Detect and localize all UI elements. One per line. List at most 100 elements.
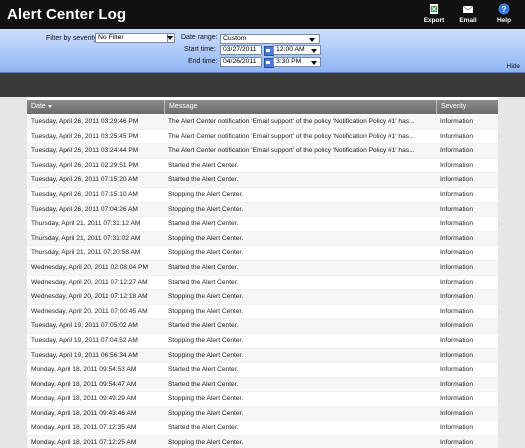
end-time-value: 3:30 PM	[276, 58, 302, 65]
table-row[interactable]: Tuesday, April 19, 2011 06:56:34 AM Stopp…	[27, 348, 498, 364]
severity-cell: Information	[440, 278, 473, 286]
table-row[interactable]: Tuesday, April 26, 2011 02:29:51 PM Start…	[27, 159, 498, 174]
message-cell: Stopping the Alert Center.	[168, 439, 244, 447]
date-range-label: Date range:	[181, 34, 218, 41]
severity-cell: Information	[440, 176, 473, 184]
date-cell: Monday, April 18, 2011 07:12:35 AM	[31, 424, 137, 432]
start-date-input[interactable]: 03/27/2011	[220, 45, 262, 55]
table-row[interactable]: Monday, April 18, 2011 09:54:47 AM Starte…	[27, 377, 498, 393]
message-cell: Stopping the Alert Center.	[168, 190, 244, 198]
end-date-value: 04/26/2011	[223, 58, 257, 65]
table-row[interactable]: Wednesday, April 20, 2011 02:08:04 PM Sta…	[27, 260, 498, 276]
export-label: Export	[423, 17, 445, 24]
date-cell: Tuesday, April 26, 2011 03:24:44 PM	[31, 147, 139, 155]
table-body: Tuesday, April 26, 2011 03:29:46 PM The A…	[27, 115, 498, 448]
severity-cell: Information	[440, 205, 473, 213]
severity-cell: Information	[440, 439, 473, 447]
message-cell: Stopping the Alert Center.	[168, 249, 244, 257]
date-cell: Tuesday, April 26, 2011 02:29:51 PM	[31, 161, 139, 169]
date-range-select[interactable]: Custom	[220, 34, 320, 44]
table-row[interactable]: Monday, April 18, 2011 09:43:46 AM Stoppi…	[27, 406, 498, 422]
chevron-down-icon	[311, 49, 317, 53]
message-cell: Started the Alert Center.	[168, 278, 239, 286]
table-row[interactable]: Thursday, April 21, 2011 07:31:02 AM Stop…	[27, 231, 498, 247]
table-row[interactable]: Monday, April 18, 2011 09:49:29 AM Stoppi…	[27, 392, 498, 407]
message-cell: Started the Alert Center.	[168, 176, 239, 184]
date-cell: Tuesday, April 19, 2011 07:04:52 AM	[31, 336, 138, 344]
date-cell: Monday, April 18, 2011 09:49:29 AM	[31, 395, 137, 403]
export-button[interactable]: Export	[418, 3, 450, 27]
severity-cell: Information	[440, 161, 473, 169]
hide-link[interactable]: Hide	[507, 63, 520, 70]
table-row[interactable]: Wednesday, April 20, 2011 07:12:18 AM Sto…	[27, 290, 498, 305]
table-row[interactable]: Monday, April 18, 2011 07:12:35 AM Starte…	[27, 421, 498, 437]
table-row[interactable]: Tuesday, April 26, 2011 07:04:26 AM Stopp…	[27, 202, 498, 218]
severity-cell: Information	[440, 380, 473, 388]
message-cell: Stopping the Alert Center.	[168, 234, 244, 242]
table-row[interactable]: Tuesday, April 26, 2011 03:24:44 PM The A…	[27, 144, 498, 159]
date-cell: Monday, April 18, 2011 09:43:46 AM	[31, 409, 137, 417]
table-row[interactable]: Monday, April 18, 2011 09:54:53 AM Starte…	[27, 363, 498, 378]
date-cell: Tuesday, April 19, 2011 06:56:34 AM	[31, 351, 138, 359]
severity-value: No Filter	[98, 34, 124, 41]
date-cell: Thursday, April 21, 2011 07:20:58 AM	[31, 249, 141, 257]
end-date-input[interactable]: 04/26/2011	[220, 57, 262, 67]
email-button[interactable]: Email	[452, 3, 484, 27]
severity-select[interactable]: No Filter	[95, 33, 175, 43]
table-row[interactable]: Thursday, April 21, 2011 07:31:12 AM Star…	[27, 217, 498, 232]
severity-cell: Information	[440, 220, 473, 228]
message-cell: Stopping the Alert Center.	[168, 205, 244, 213]
date-cell: Thursday, April 21, 2011 07:31:02 AM	[31, 234, 141, 242]
message-cell: Stopping the Alert Center.	[168, 293, 244, 301]
filter-panel: Filter by severity: No Filter Date range…	[0, 29, 525, 73]
severity-cell: Information	[440, 409, 473, 417]
date-cell: Monday, April 18, 2011 09:54:53 AM	[31, 366, 137, 374]
end-time-select[interactable]: 3:30 PM	[273, 57, 321, 67]
message-cell: Started the Alert Center.	[168, 380, 239, 388]
message-cell: The Alert Center notification 'Email sup…	[168, 118, 415, 125]
start-time-label: Start time:	[184, 46, 216, 53]
table-row[interactable]: Monday, April 18, 2011 07:12:25 AM Stoppi…	[27, 436, 498, 448]
severity-cell: Information	[440, 263, 473, 271]
date-cell: Tuesday, April 26, 2011 07:15:20 AM	[31, 176, 138, 184]
export-icon	[430, 4, 438, 14]
table-header: Date Message Severity	[27, 100, 498, 114]
table-row[interactable]: Tuesday, April 26, 2011 03:25:45 PM The A…	[27, 130, 498, 145]
message-cell: The Alert Center notification 'Email sup…	[168, 132, 415, 140]
table-row[interactable]: Tuesday, April 26, 2011 07:15:20 AM Start…	[27, 173, 498, 188]
message-cell: Started the Alert Center.	[168, 161, 239, 169]
table-row[interactable]: Wednesday, April 20, 2011 07:12:27 AM Sta…	[27, 276, 498, 291]
severity-label: Filter by severity:	[46, 35, 99, 42]
table-row[interactable]: Thursday, April 21, 2011 07:20:58 AM Stop…	[27, 246, 498, 261]
severity-cell: Information	[440, 234, 473, 242]
chevron-down-icon	[309, 38, 315, 42]
column-header-message[interactable]: Message	[165, 100, 437, 114]
svg-text:?: ?	[502, 5, 507, 14]
severity-cell: Information	[440, 351, 473, 359]
column-header-date[interactable]: Date	[27, 100, 165, 114]
severity-cell: Information	[440, 424, 473, 432]
severity-cell: Information	[440, 249, 473, 257]
severity-cell: Information	[440, 190, 473, 198]
severity-cell: Information	[440, 366, 473, 374]
table-row[interactable]: Tuesday, April 26, 2011 07:15:10 AM Stopp…	[27, 188, 498, 203]
start-time-select[interactable]: 12:00 AM	[273, 45, 321, 55]
end-time-label: End time:	[188, 58, 218, 65]
date-range-value: Custom	[223, 35, 247, 42]
table-row[interactable]: Wednesday, April 20, 2011 07:00:45 AM Sto…	[27, 305, 498, 320]
help-button[interactable]: ? Help	[488, 3, 520, 27]
date-cell: Thursday, April 21, 2011 07:31:12 AM	[31, 220, 141, 228]
help-label: Help	[496, 17, 512, 24]
column-header-severity[interactable]: Severity	[437, 100, 498, 114]
date-cell: Wednesday, April 20, 2011 07:00:45 AM	[31, 307, 148, 315]
start-time-value: 12:00 AM	[276, 46, 305, 53]
table-row[interactable]: Tuesday, April 19, 2011 07:04:52 AM Stopp…	[27, 334, 498, 349]
start-date-value: 03/27/2011	[223, 46, 257, 53]
chevron-down-icon	[167, 33, 175, 43]
table-row[interactable]: Tuesday, April 26, 2011 03:29:46 PM The A…	[27, 115, 498, 130]
table-row[interactable]: Tuesday, April 19, 2011 07:05:02 AM Start…	[27, 319, 498, 334]
message-cell: Stopping the Alert Center.	[168, 307, 244, 315]
message-cell: Started the Alert Center.	[168, 220, 239, 228]
date-cell: Wednesday, April 20, 2011 07:12:27 AM	[31, 278, 148, 286]
sort-desc-icon	[47, 104, 52, 108]
